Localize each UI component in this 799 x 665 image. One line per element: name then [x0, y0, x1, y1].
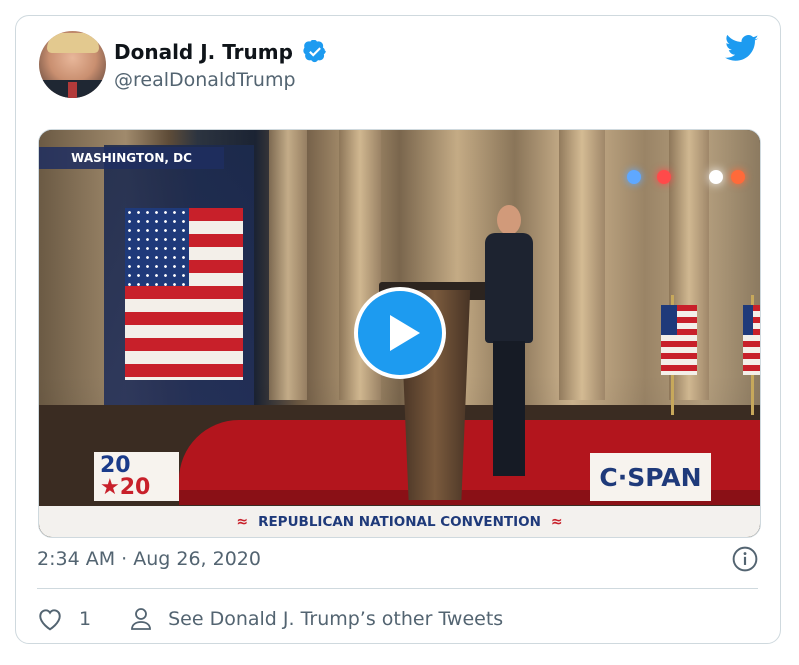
lower-third-banner: ≈ REPUBLICAN NATIONAL CONVENTION ≈ [39, 506, 760, 537]
tweet-timestamp[interactable]: 2:34 AM · Aug 26, 2020 [37, 548, 261, 570]
user-icon [131, 608, 151, 630]
divider [37, 588, 758, 589]
verified-badge-icon [303, 40, 326, 63]
american-flag-small [743, 305, 760, 375]
banner-text: REPUBLICAN NATIONAL CONVENTION [258, 513, 541, 530]
tweet-actions: 1 See Donald J. Trump’s other Tweets [37, 604, 503, 634]
rnc-2020-logo: 20 ★20 [94, 452, 179, 501]
play-icon [390, 315, 420, 351]
logo-2020-bottom: ★20 [100, 475, 151, 500]
logo-2020-top: 20 [100, 453, 131, 478]
location-badge: WASHINGTON, DC [39, 147, 224, 169]
tweet-card[interactable]: Donald J. Trump @realDonaldTrump WASHING… [15, 15, 781, 644]
heart-icon[interactable] [37, 607, 63, 631]
author-handle[interactable]: @realDonaldTrump [114, 69, 296, 91]
speaker [479, 205, 539, 480]
flag-mark-icon: ≈ [550, 513, 563, 530]
stage-lights [627, 164, 747, 194]
play-button[interactable] [354, 287, 446, 379]
info-icon[interactable] [732, 546, 758, 572]
video-media[interactable]: WASHINGTON, DC 20 ★20 C·SPAN ≈ REPUBLICA… [38, 129, 761, 538]
american-flag [125, 208, 243, 380]
see-other-tweets-link[interactable]: See Donald J. Trump’s other Tweets [168, 608, 503, 630]
twitter-bird-icon[interactable] [725, 34, 759, 64]
flag-mark-icon: ≈ [236, 513, 249, 530]
network-logo: C·SPAN [590, 453, 711, 501]
like-count[interactable]: 1 [79, 608, 91, 630]
american-flag-small [661, 305, 697, 375]
author-name[interactable]: Donald J. Trump [114, 40, 293, 64]
author-avatar[interactable] [39, 31, 106, 98]
